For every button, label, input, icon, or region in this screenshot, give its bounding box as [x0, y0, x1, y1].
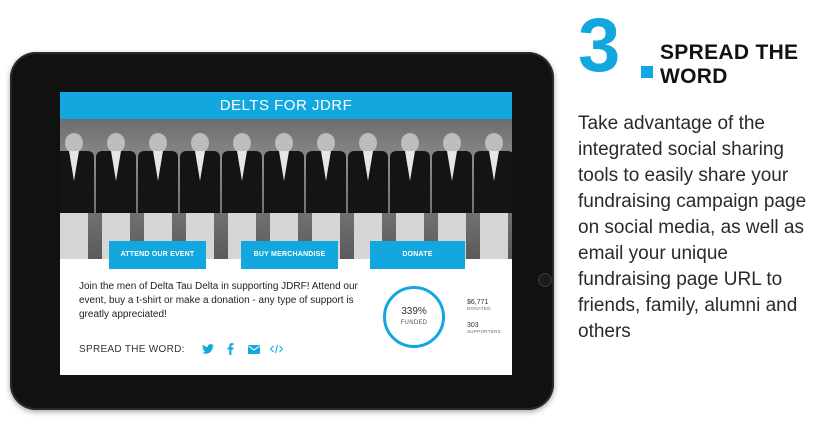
hero-person	[60, 127, 96, 259]
tablet-home-button	[538, 273, 552, 287]
hero-person	[136, 127, 180, 259]
hero-person	[430, 127, 474, 259]
funded-label: FUNDED	[400, 320, 428, 326]
supporters-stat: 303 SUPPORTERS	[467, 322, 501, 334]
supporters-label: SUPPORTERS	[467, 329, 501, 334]
embed-code-icon[interactable]	[270, 342, 284, 356]
step-number: 3	[578, 3, 620, 88]
donated-stat: $6,771 DONATED	[467, 299, 491, 311]
supporters-value: 303	[467, 322, 479, 329]
hero-person	[346, 127, 390, 259]
buy-merchandise-button[interactable]: BUY MERCHANDISE	[241, 241, 338, 269]
hero-person	[304, 127, 348, 259]
hero-person	[472, 127, 512, 259]
social-share-row: SPREAD THE WORD:	[79, 341, 293, 357]
facebook-icon[interactable]	[224, 342, 238, 356]
donated-label: DONATED	[467, 306, 491, 311]
spread-the-word-label: SPREAD THE WORD:	[79, 343, 185, 355]
step-description: Take advantage of the integrated social …	[578, 113, 807, 342]
donated-value: $6,771	[467, 299, 489, 306]
attend-event-button[interactable]: ATTEND OUR EVENT	[109, 241, 206, 269]
hero-person	[220, 127, 264, 259]
twitter-icon[interactable]	[201, 342, 215, 356]
step-dot	[641, 66, 653, 78]
campaign-description: Join the men of Delta Tau Delta in suppo…	[79, 281, 358, 320]
funded-percent: 339%	[401, 306, 427, 317]
donate-button[interactable]: DONATE	[370, 241, 465, 269]
hero-person	[94, 127, 138, 259]
funded-progress-ring: 339% FUNDED	[383, 286, 445, 348]
campaign-title: DELTS FOR JDRF	[60, 92, 512, 119]
email-icon[interactable]	[247, 342, 261, 356]
hero-person	[262, 127, 306, 259]
step-title: SPREAD THE WORD	[660, 41, 799, 88]
hero-photo	[60, 119, 512, 259]
campaign-page-screen: DELTS FOR JDRF ATTEND OUR EVENT BUY MERC…	[60, 92, 512, 375]
hero-person	[178, 127, 222, 259]
hero-person	[388, 127, 432, 259]
